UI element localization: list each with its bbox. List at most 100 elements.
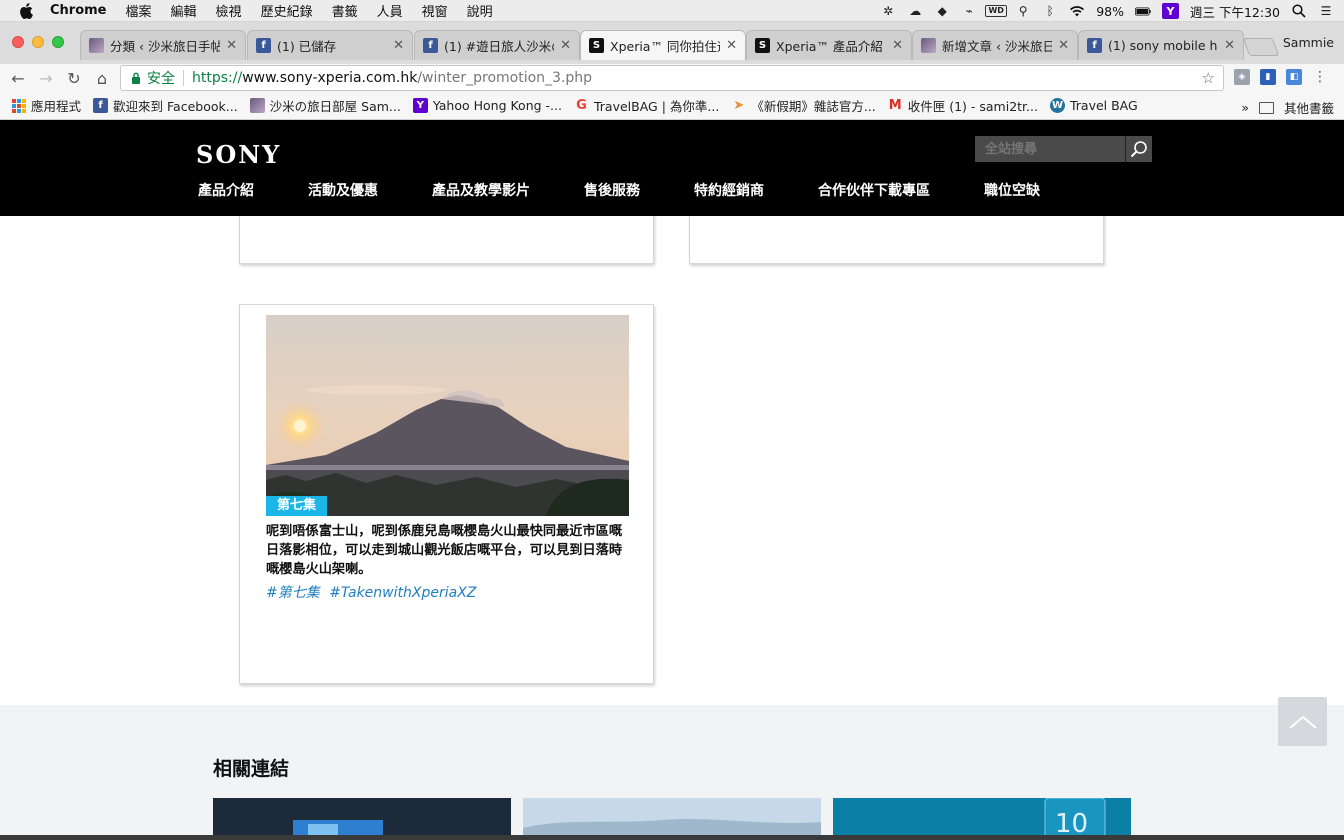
macos-menubar: Chrome 檔案 編輯 檢視 歷史紀錄 書籤 人員 視窗 說明 ✲ ☁ ◆ ⌁… xyxy=(0,0,1344,22)
bookmark-travelbag[interactable]: G TravelBAG | 為你準... xyxy=(574,96,719,115)
hashtag-link[interactable]: #第七集 xyxy=(266,585,320,601)
related-links-section: 相關連結 10 xyxy=(0,705,1344,840)
bookmarks-overflow: » 其他書籤 xyxy=(1241,98,1334,117)
address-bar[interactable]: 安全 https:// www.sony-xperia.com.hk /wint… xyxy=(120,65,1224,91)
tab-facebook-saved[interactable]: f (1) 已儲存 ✕ xyxy=(247,30,413,60)
tab-close-icon[interactable]: ✕ xyxy=(1224,38,1235,53)
pinwheel-icon[interactable]: ✲ xyxy=(880,4,896,18)
nav-products[interactable]: 產品介紹 xyxy=(198,180,254,200)
image-icon xyxy=(249,98,265,113)
tab-close-icon[interactable]: ✕ xyxy=(726,38,737,53)
menu-bookmarks[interactable]: 書籤 xyxy=(332,1,358,20)
menu-file[interactable]: 檔案 xyxy=(126,1,152,20)
search-icon[interactable] xyxy=(1125,136,1152,162)
chevron-right-double-icon[interactable]: » xyxy=(1241,100,1249,115)
bookmark-label: TravelBAG | 為你準... xyxy=(593,99,720,114)
notification-center-icon[interactable]: ☰ xyxy=(1318,4,1334,18)
bookmark-gmail[interactable]: M 收件匣 (1) - sami2tr... xyxy=(888,96,1038,115)
sakurajima-sunset-photo[interactable] xyxy=(266,315,629,516)
menu-window[interactable]: 視窗 xyxy=(422,1,448,20)
google-icon: G xyxy=(576,98,587,113)
apple-menu-icon[interactable] xyxy=(18,2,34,19)
tab-sami-category[interactable]: 分類 ‹ 沙米旅日手帖 ✕ xyxy=(80,30,246,60)
clock[interactable]: 週三 下午12:30 xyxy=(1190,2,1280,21)
bookmark-yahoo-hk[interactable]: Y Yahoo Hong Kong -... xyxy=(412,98,562,113)
facebook-icon: f xyxy=(93,98,109,113)
bookmark-extension-icon[interactable]: ▮ xyxy=(1260,69,1276,85)
tab-close-icon[interactable]: ✕ xyxy=(892,38,903,53)
bookmark-label: 收件匣 (1) - sami2tr... xyxy=(907,99,1038,114)
back-to-top-button[interactable] xyxy=(1278,697,1327,746)
bookmark-new-holiday[interactable]: ➤ 《新假期》雜誌官方... xyxy=(731,96,875,115)
related-link-thumbnail[interactable]: 10 xyxy=(833,798,1131,840)
tab-title: Xperia™ 產品介紹 – xyxy=(776,39,887,54)
bookmark-label: 《新假期》雜誌官方... xyxy=(751,99,876,114)
bookmark-facebook[interactable]: f 歡迎來到 Facebook... xyxy=(93,96,238,115)
menu-app-name[interactable]: Chrome xyxy=(50,3,107,18)
creative-cloud-icon[interactable]: ☁ xyxy=(907,4,923,18)
tab-close-icon[interactable]: ✕ xyxy=(1058,38,1069,53)
menu-help[interactable]: 說明 xyxy=(467,1,493,20)
tab-strip: 分類 ‹ 沙米旅日手帖 ✕ f (1) 已儲存 ✕ f (1) #遊日旅人沙米の… xyxy=(0,22,1344,64)
battery-icon[interactable] xyxy=(1135,4,1151,18)
lock-icon[interactable] xyxy=(129,72,143,84)
nav-videos[interactable]: 產品及教學影片 xyxy=(432,180,530,200)
sony-site-header: SONY 產品介紹 活動及優惠 產品及教學影片 售後服務 特約經銷商 合作伙伴下… xyxy=(0,120,1344,216)
back-arrow-icon[interactable]: ← xyxy=(4,66,32,90)
hashtag-list: #第七集 #TakenwithXperiaXZ xyxy=(266,582,481,602)
nav-dealers[interactable]: 特約經銷商 xyxy=(694,180,764,200)
tab-new-post[interactable]: 新增文章 ‹ 沙米旅日 ✕ xyxy=(912,30,1078,60)
yahoo-tray-icon[interactable]: Y xyxy=(1162,3,1179,19)
window-minimize-button[interactable] xyxy=(32,36,44,48)
window-close-button[interactable] xyxy=(12,36,24,48)
profile-button[interactable]: Sammie xyxy=(1283,35,1334,50)
bookmark-star-icon[interactable]: ☆ xyxy=(1202,69,1215,87)
status-tray: ✲ ☁ ◆ ⌁ WD ⚲ ᛒ 98% Y 週三 下午12:30 ☰ xyxy=(880,0,1334,22)
menu-history[interactable]: 歷史紀錄 xyxy=(261,1,313,20)
nav-careers[interactable]: 職位空缺 xyxy=(984,180,1040,200)
bookmark-sami-room[interactable]: 沙米の旅日部屋 Sam... xyxy=(249,96,401,115)
episode-card: 第七集 呢到唔係富士山，呢到係鹿兒島嘅櫻島火山最快同最近市區嘅日落影相位，可以走… xyxy=(239,304,654,684)
sync-icon[interactable]: ⌁ xyxy=(961,4,977,18)
nav-after-sales[interactable]: 售後服務 xyxy=(584,180,640,200)
tab-facebook-traveler[interactable]: f (1) #遊日旅人沙米の ✕ xyxy=(414,30,580,60)
bookmark-apps[interactable]: 應用程式 xyxy=(12,96,81,115)
extension-gray-icon[interactable]: ◈ xyxy=(1234,69,1250,85)
secure-label[interactable]: 安全 xyxy=(147,68,175,88)
new-tab-button[interactable] xyxy=(1242,38,1280,56)
related-link-thumbnail[interactable] xyxy=(523,798,821,840)
hashtag-link[interactable]: #TakenwithXperiaXZ xyxy=(329,585,476,601)
menu-people[interactable]: 人員 xyxy=(377,1,403,20)
user-lock-icon[interactable]: ⚲ xyxy=(1015,4,1031,18)
tab-close-icon[interactable]: ✕ xyxy=(226,38,237,53)
spotlight-search-icon[interactable] xyxy=(1291,4,1307,18)
tab-xperia-promotion[interactable]: S Xperia™ 同你拍住遊 ✕ xyxy=(580,30,746,60)
menu-view[interactable]: 檢視 xyxy=(216,1,242,20)
translate-extension-icon[interactable]: ◧ xyxy=(1286,69,1302,85)
nav-partner-downloads[interactable]: 合作伙伴下載專區 xyxy=(818,180,930,200)
menu-edit[interactable]: 編輯 xyxy=(171,1,197,20)
wd-drive-icon[interactable]: WD xyxy=(985,4,1007,18)
window-zoom-button[interactable] xyxy=(52,36,64,48)
other-bookmarks[interactable]: 其他書籤 xyxy=(1284,98,1334,117)
browser-toolbar: ← → ↻ ⌂ 安全 https:// www.sony-xperia.com.… xyxy=(0,64,1344,92)
bookmark-travel-bag[interactable]: W Travel BAG xyxy=(1049,98,1138,113)
forward-arrow-icon[interactable]: → xyxy=(32,66,60,90)
home-icon[interactable]: ⌂ xyxy=(88,66,116,90)
battery-percent[interactable]: 98% xyxy=(1096,4,1124,19)
wifi-icon[interactable] xyxy=(1069,4,1085,18)
episode-description: 呢到唔係富士山，呢到係鹿兒島嘅櫻島火山最快同最近市區嘅日落影相位，可以走到城山觀… xyxy=(266,524,623,577)
sony-logo[interactable]: SONY xyxy=(196,140,281,169)
tab-xperia-products[interactable]: S Xperia™ 產品介紹 – ✕ xyxy=(746,30,912,60)
bookmark-label: Travel BAG xyxy=(1069,98,1138,113)
reload-icon[interactable]: ↻ xyxy=(60,66,88,90)
nav-promotions[interactable]: 活動及優惠 xyxy=(308,180,378,200)
tab-sony-mobile-hk[interactable]: f (1) sony mobile hk – ✕ xyxy=(1078,30,1244,60)
related-link-thumbnail[interactable] xyxy=(213,798,511,840)
tab-close-icon[interactable]: ✕ xyxy=(393,38,404,53)
tab-close-icon[interactable]: ✕ xyxy=(560,38,571,53)
site-search-input[interactable] xyxy=(975,136,1125,162)
chrome-menu-icon[interactable]: ⋮ xyxy=(1312,69,1328,85)
bluetooth-icon[interactable]: ᛒ xyxy=(1042,4,1058,18)
dropbox-icon[interactable]: ◆ xyxy=(934,4,950,18)
